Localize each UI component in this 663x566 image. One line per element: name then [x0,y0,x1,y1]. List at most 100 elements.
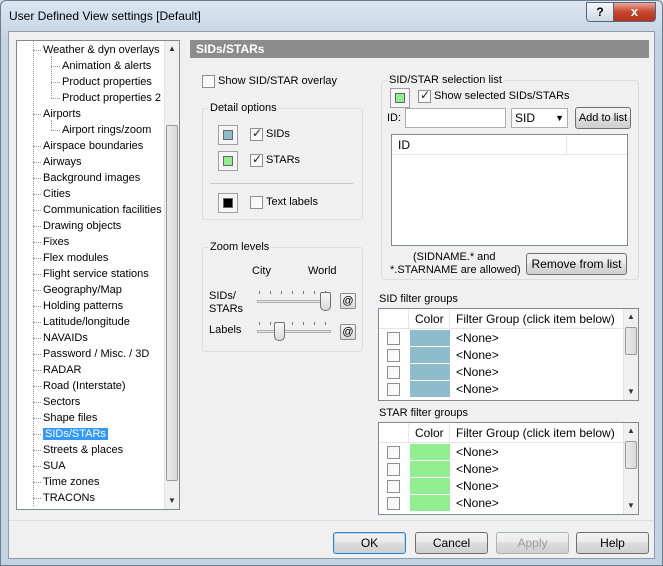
tree-item[interactable]: Animation & alerts [62,58,151,74]
tree-item[interactable]: Road (Interstate) [43,378,126,394]
star-filter-color-cell[interactable] [410,461,450,478]
ok-button[interactable]: OK [333,532,406,554]
tree-item[interactable]: Drawing objects [43,218,121,234]
star-filter-checkbox[interactable] [387,446,400,459]
tree-item[interactable]: Communication facilities [43,202,162,218]
title-bar[interactable]: User Defined View settings [Default] ? x [1,1,662,31]
tree-item[interactable]: Streets & places [43,442,123,458]
scroll-thumb[interactable] [166,125,178,481]
star-filter-color-cell[interactable] [410,495,450,512]
star-filter-checkbox[interactable] [387,497,400,510]
star-group-column-header[interactable]: Filter Group (click item below) [450,423,623,443]
sid-filter-color-cell[interactable] [410,347,450,364]
tree-item[interactable]: Airport rings/zoom [62,122,151,138]
star-filter-checkbox[interactable] [387,480,400,493]
tree-item[interactable]: Product properties [62,74,152,90]
star-filter-color-cell[interactable] [410,444,450,461]
apply-button[interactable]: Apply [496,532,569,554]
scroll-thumb[interactable] [625,327,637,355]
sid-filter-row[interactable]: <None> [379,364,623,381]
tree-item[interactable]: Geography/Map [43,282,122,298]
type-select[interactable]: SID ▼ [511,108,568,128]
show-selected-checkbox[interactable] [418,88,431,103]
scroll-up-icon[interactable]: ▲ [165,41,179,57]
help-icon[interactable]: ? [587,3,614,21]
tree-item[interactable]: Flight service stations [43,266,149,282]
tree-scrollbar[interactable]: ▲ ▼ [164,41,179,509]
id-column-header[interactable]: ID [392,135,567,155]
help-button[interactable]: Help [576,532,649,554]
scroll-down-icon[interactable]: ▼ [624,384,638,400]
star-color-button[interactable] [218,151,238,171]
text-color-button[interactable] [218,193,238,213]
sid-filter-row[interactable]: <None> [379,330,623,347]
tree-item[interactable]: Product properties 2 [62,90,161,106]
star-filter-color-cell[interactable] [410,478,450,495]
sid-group-column-header[interactable]: Filter Group (click item below) [450,309,623,329]
remove-from-list-button[interactable]: Remove from list [526,253,627,275]
sid-filter-color-cell[interactable] [410,330,450,347]
sid-filter-checkbox[interactable] [387,332,400,345]
tree-item[interactable]: TRACONs [43,490,95,506]
tree-item[interactable]: Airspace boundaries [43,138,143,154]
tree-item[interactable]: SUA [43,458,66,474]
sid-filter-checkbox[interactable] [387,349,400,362]
star-color-column-header[interactable]: Color [409,423,450,443]
close-icon[interactable]: x [614,3,655,21]
sid-color-column-header[interactable]: Color [409,309,450,329]
sid-filter-color-cell[interactable] [410,381,450,398]
sids-stars-zoom-slider[interactable] [320,292,331,311]
labels-zoom-track[interactable] [257,330,331,333]
add-to-list-button[interactable]: Add to list [575,107,631,129]
scroll-down-icon[interactable]: ▼ [165,493,179,509]
tree-item[interactable]: Latitude/longitude [43,314,130,330]
cancel-button[interactable]: Cancel [415,532,488,554]
tree-item[interactable]: Fixes [43,234,69,250]
tree-item[interactable]: Flex modules [43,250,108,266]
tree-item[interactable]: Sectors [43,394,80,410]
tree-item[interactable]: NAVAIDs [43,330,88,346]
sid-filter-color-cell[interactable] [410,364,450,381]
tree-item[interactable]: RADAR [43,362,82,378]
sid-filter-checkbox[interactable] [387,383,400,396]
star-filter-checkbox[interactable] [387,463,400,476]
star-filter-row[interactable]: <None> [379,478,623,495]
selected-color-button[interactable] [390,88,410,108]
scroll-down-icon[interactable]: ▼ [624,498,638,514]
id-input[interactable] [405,108,506,128]
selection-listview[interactable]: ID [391,134,628,246]
star-filter-row[interactable]: <None> [379,495,623,512]
text-labels-checkbox[interactable] [250,196,263,209]
scroll-up-icon[interactable]: ▲ [624,423,638,439]
tree-item[interactable]: Time zones [43,474,99,490]
sid-color-button[interactable] [218,125,238,145]
sid-filter-row[interactable]: <None> [379,381,623,398]
tree-item[interactable]: SIDs/STARs [43,426,108,442]
show-overlay-checkbox[interactable] [202,75,215,88]
scroll-up-icon[interactable]: ▲ [624,309,638,325]
sids-checkbox[interactable] [250,126,263,141]
sid-filter-scrollbar[interactable]: ▲ ▼ [623,309,638,400]
stars-checkbox[interactable] [250,152,263,167]
star-filter-row[interactable]: <None> [379,444,623,461]
sid-filter-checkbox[interactable] [387,366,400,379]
labels-zoom-slider[interactable] [273,322,285,341]
star-filter-listview[interactable]: Color Filter Group (click item below) <N… [378,422,639,515]
sid-filter-listview[interactable]: Color Filter Group (click item below) <N… [378,308,639,401]
tree-item[interactable]: Airways [43,154,82,170]
labels-at-button[interactable]: @ [340,324,356,340]
tree-item[interactable]: Background images [43,170,140,186]
tree-item[interactable]: Weather & dyn overlays [43,42,160,58]
sid-filter-row[interactable]: <None> [379,347,623,364]
sids-stars-at-button[interactable]: @ [340,293,356,309]
tree-item[interactable]: Cities [43,186,71,202]
scroll-thumb[interactable] [625,441,637,469]
tree-item[interactable]: Airports [43,106,81,122]
tree-item[interactable]: Password / Misc. / 3D [43,346,149,362]
star-filter-row[interactable]: <None> [379,461,623,478]
tree-item[interactable]: Shape files [43,410,97,426]
blank-column-header[interactable] [567,135,627,155]
star-filter-scrollbar[interactable]: ▲ ▼ [623,423,638,514]
tree-item[interactable]: Holding patterns [43,298,123,314]
settings-tree[interactable]: Weather & dyn overlays Animation & alerts… [16,40,180,510]
